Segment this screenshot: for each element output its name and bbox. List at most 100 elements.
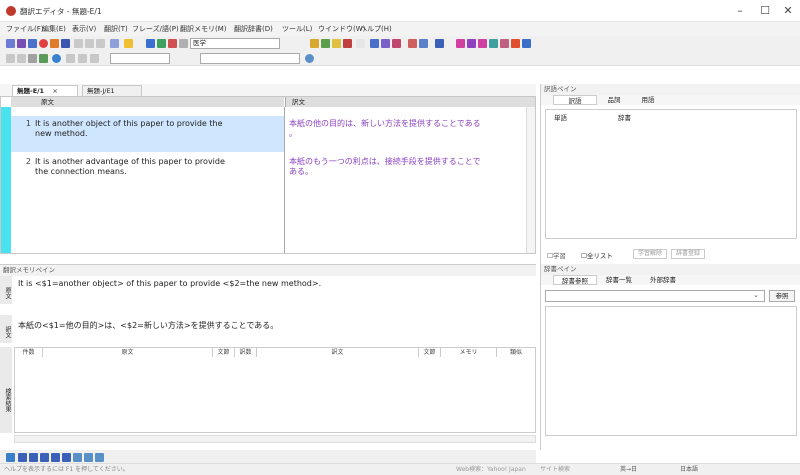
tool-c-icon[interactable] xyxy=(332,39,341,48)
tab-hinshi[interactable]: 品詞 xyxy=(597,95,631,105)
horizontal-scrollbar[interactable] xyxy=(14,435,536,443)
translate-play-icon[interactable] xyxy=(146,39,155,48)
disk-icon[interactable] xyxy=(61,39,70,48)
menu-memory[interactable]: 翻訳メモリ(M) xyxy=(180,24,227,34)
check-learn[interactable]: ☐学習 xyxy=(547,250,566,260)
open-icon[interactable] xyxy=(17,39,26,48)
play-icon[interactable] xyxy=(66,54,75,63)
tab-dict-list[interactable]: 辞書一覧 xyxy=(599,275,639,285)
table-icon[interactable] xyxy=(90,54,99,63)
menu-tools[interactable]: ツール(L) xyxy=(282,24,312,34)
menu-help[interactable]: ヘルプ(H) xyxy=(360,24,392,34)
export-icon[interactable] xyxy=(50,39,59,48)
close-tab-icon[interactable]: × xyxy=(52,87,57,95)
tab-dict-lookup[interactable]: 辞書参照 xyxy=(553,275,597,285)
tool-a-icon[interactable] xyxy=(310,39,319,48)
status-site-search[interactable]: サイト検索 xyxy=(540,464,570,475)
memory-h-icon[interactable] xyxy=(84,453,93,462)
tool-e-icon[interactable] xyxy=(356,39,365,48)
translate-select-icon[interactable] xyxy=(168,39,177,48)
doc-tab-label: 無題-E/1 xyxy=(17,87,45,95)
grid-icon[interactable] xyxy=(78,54,87,63)
tab-yakugo[interactable]: 訳語 xyxy=(553,95,597,105)
tool-q-icon[interactable] xyxy=(511,39,520,48)
memory-source-text[interactable]: It is <$1=another object> of this paper … xyxy=(18,279,321,288)
memory-e-icon[interactable] xyxy=(51,453,60,462)
nav-forward-icon[interactable] xyxy=(17,54,26,63)
memory-target-text[interactable]: 本紙の<$1=他の目的>は、<$2=新しい方法>を提供することである。 xyxy=(18,320,278,331)
memory-i-icon[interactable] xyxy=(95,453,104,462)
menu-file[interactable]: ファイル(F) xyxy=(6,24,44,34)
memory-b-icon[interactable] xyxy=(18,453,27,462)
help-icon[interactable] xyxy=(124,39,133,48)
tool-h-icon[interactable] xyxy=(392,39,401,48)
tool-l-icon[interactable] xyxy=(456,39,465,48)
memory-g-icon[interactable] xyxy=(73,453,82,462)
paste-icon[interactable] xyxy=(96,39,105,48)
menu-phrase[interactable]: フレーズ/語(P) xyxy=(132,24,179,34)
cut-icon[interactable] xyxy=(74,39,83,48)
pane-title: 翻訳メモリペイン xyxy=(0,265,536,276)
memory-result-grid[interactable]: 件数 原文 文節 訳数 訳文 文節 メモリ 類似 xyxy=(14,347,536,433)
memory-c-icon[interactable] xyxy=(29,453,38,462)
menu-view[interactable]: 表示(V) xyxy=(72,24,96,34)
stop-icon[interactable] xyxy=(39,39,48,48)
memory-d-icon[interactable] xyxy=(40,453,49,462)
translate-all-icon[interactable] xyxy=(157,39,166,48)
undo-icon[interactable] xyxy=(110,39,119,48)
tab-yougo[interactable]: 用語 xyxy=(631,95,665,105)
menu-window[interactable]: ウインドウ(W) xyxy=(318,24,365,34)
tool-i-icon[interactable] xyxy=(408,39,417,48)
status-web-search[interactable]: Web検索：Yahoo! Japan xyxy=(456,464,526,475)
tool-j-icon[interactable] xyxy=(419,39,428,48)
target-segment[interactable]: 本紙の他の目的は、新しい方法を提供することである 。 xyxy=(289,119,525,139)
nav-back-icon[interactable] xyxy=(6,54,15,63)
dict-register-button[interactable]: 辞書登録 xyxy=(671,249,705,259)
tool-b-icon[interactable] xyxy=(321,39,330,48)
tool-r-icon[interactable] xyxy=(522,39,531,48)
unlearn-button[interactable]: 学習解除 xyxy=(633,249,667,259)
memory-f-icon[interactable] xyxy=(62,453,71,462)
source-segment[interactable]: It is another advantage of this paper to… xyxy=(35,157,280,177)
tool-o-icon[interactable] xyxy=(489,39,498,48)
menu-edit[interactable]: 編集(E) xyxy=(42,24,66,34)
save-icon[interactable] xyxy=(28,39,37,48)
yakugo-list[interactable]: 単語 辞書 xyxy=(545,109,797,239)
pause-icon[interactable] xyxy=(179,39,188,48)
dict-result-area[interactable] xyxy=(545,306,797,436)
tab-dict-external[interactable]: 外部辞書 xyxy=(641,275,685,285)
view-select[interactable] xyxy=(110,53,170,64)
menu-translate[interactable]: 翻訳(T) xyxy=(104,24,128,34)
tool-f-icon[interactable] xyxy=(370,39,379,48)
target-segment[interactable]: 本紙のもう一つの利点は、接続手段を提供することで ある。 xyxy=(289,157,525,177)
grid-col: 訳数 xyxy=(235,348,257,357)
check-alllist[interactable]: ☐全リスト xyxy=(581,250,613,260)
copy-icon[interactable] xyxy=(85,39,94,48)
dict-search-input[interactable] xyxy=(545,290,765,302)
tool-k-icon[interactable] xyxy=(435,39,444,48)
memory-a-icon[interactable] xyxy=(6,453,15,462)
refresh-icon[interactable] xyxy=(28,54,37,63)
tool-m-icon[interactable] xyxy=(467,39,476,48)
tool-g-icon[interactable] xyxy=(381,39,390,48)
menu-dictionary[interactable]: 翻訳辞書(D) xyxy=(234,24,273,34)
source-segment[interactable]: It is another object of this paper to pr… xyxy=(35,119,280,139)
tool-n-icon[interactable] xyxy=(478,39,487,48)
globe-icon[interactable] xyxy=(52,54,61,63)
field-select[interactable]: 医学 xyxy=(190,38,280,49)
new-icon[interactable] xyxy=(6,39,15,48)
editor-scrollbar[interactable] xyxy=(526,107,535,253)
tab-doc-japanese[interactable]: 無題-J/E1 xyxy=(82,85,142,96)
maximize-button[interactable]: ☐ xyxy=(755,4,775,18)
close-button[interactable]: ✕ xyxy=(778,4,798,18)
tool-d-icon[interactable] xyxy=(343,39,352,48)
status-direction[interactable]: 英→日 xyxy=(620,464,637,475)
tab-doc-english[interactable]: 無題-E/1 × xyxy=(12,85,78,96)
lookup-button[interactable]: 参照 xyxy=(769,290,795,302)
minimize-button[interactable]: – xyxy=(730,4,750,18)
tool-p-icon[interactable] xyxy=(500,39,509,48)
search-icon[interactable] xyxy=(305,54,314,63)
chevron-down-icon[interactable]: ⌄ xyxy=(753,291,759,299)
link-icon[interactable] xyxy=(39,54,48,63)
search-select[interactable] xyxy=(200,53,300,64)
